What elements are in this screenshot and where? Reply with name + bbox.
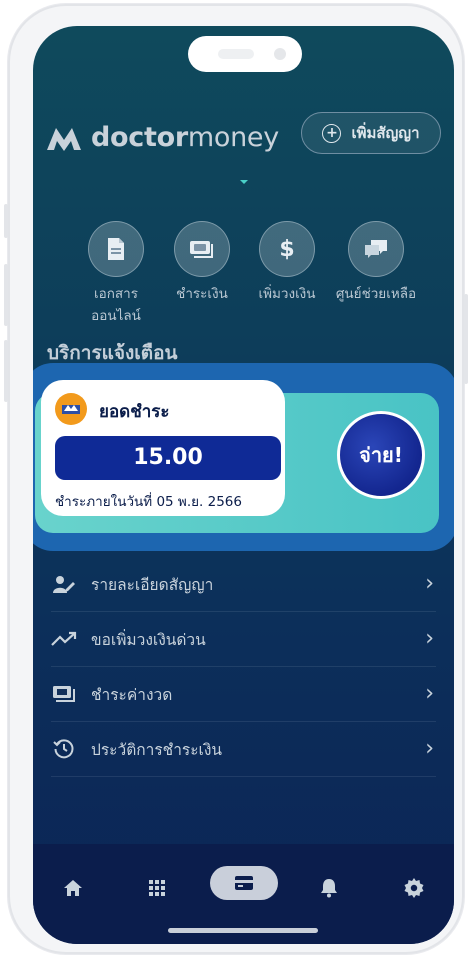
bell-icon	[321, 879, 337, 898]
quick-action-help-center[interactable]: ศูนย์ช่วยเหลือ	[334, 221, 418, 305]
document-icon	[88, 221, 144, 277]
volume-down-button	[4, 340, 8, 402]
dollar-icon: $	[259, 221, 315, 277]
gear-icon	[404, 878, 424, 898]
menu-item-contract-details[interactable]: รายละเอียดสัญญา ›	[51, 557, 436, 612]
tab-wallet[interactable]	[210, 866, 278, 900]
tab-home[interactable]	[53, 872, 93, 904]
tab-settings[interactable]	[394, 872, 434, 904]
home-indicator[interactable]	[168, 928, 318, 933]
power-button	[464, 294, 468, 384]
chevron-right-icon: ›	[425, 681, 434, 706]
menu-item-label: ขอเพิ่มวงเงินด่วน	[91, 630, 206, 649]
phone-frame: doctormoney + เพิ่มสัญญา เอกสาร ออนไลน์ ช…	[4, 4, 468, 954]
cash-icon	[51, 683, 77, 705]
quick-action-label: เพิ่มวงเงิน	[258, 286, 316, 302]
plus-circle-icon: +	[322, 123, 342, 143]
chevron-right-icon: ›	[425, 626, 434, 651]
quick-action-label: ชำระเงิน	[176, 286, 228, 302]
history-icon	[51, 738, 77, 760]
lender-logo-icon	[55, 393, 87, 425]
quick-action-label: ศูนย์ช่วยเหลือ	[335, 286, 417, 302]
trending-up-icon	[51, 628, 77, 650]
quick-action-label: เอกสาร ออนไลน์	[91, 286, 141, 324]
card-icon	[235, 876, 253, 890]
pay-button[interactable]: จ่าย!	[337, 411, 425, 499]
quick-action-increase-limit[interactable]: $ เพิ่มวงเงิน	[247, 221, 327, 305]
add-contract-button[interactable]: + เพิ่มสัญญา	[301, 112, 441, 154]
payment-amount: 15.00	[55, 436, 281, 480]
menu-item-payment-history[interactable]: ประวัติการชำระเงิน ›	[51, 722, 436, 777]
caret-down-icon	[240, 180, 248, 184]
chevron-right-icon: ›	[425, 571, 434, 596]
home-icon	[64, 880, 82, 896]
bottom-tab-bar	[33, 844, 454, 944]
chat-icon	[348, 221, 404, 277]
payment-summary-card: ยอดชำระ 15.00 ชำระภายในวันที่ 05 พ.ย. 25…	[41, 380, 285, 516]
dynamic-island	[188, 36, 302, 72]
payment-due-date: ชำระภายในวันที่ 05 พ.ย. 2566	[55, 494, 242, 510]
volume-up-button	[4, 264, 8, 326]
add-contract-label: เพิ่มสัญญา	[351, 124, 420, 142]
menu-item-pay-installment[interactable]: ชำระค่างวด ›	[51, 667, 436, 722]
menu-item-urgent-limit[interactable]: ขอเพิ่มวงเงินด่วน ›	[51, 612, 436, 667]
quick-action-documents[interactable]: เอกสาร ออนไลน์	[76, 221, 156, 327]
quick-action-payment[interactable]: ชำระเงิน	[162, 221, 242, 305]
payment-due-title: ยอดชำระ	[99, 402, 170, 422]
contract-edit-icon	[51, 573, 77, 595]
app-screen: doctormoney + เพิ่มสัญญา เอกสาร ออนไลน์ ช…	[33, 26, 454, 944]
mute-switch	[4, 204, 8, 238]
menu-item-label: รายละเอียดสัญญา	[91, 575, 214, 594]
menu-item-label: ประวัติการชำระเงิน	[91, 740, 223, 759]
tab-notifications[interactable]	[309, 872, 349, 904]
grid-icon	[149, 880, 165, 896]
payment-due-card: ยอดชำระ 15.00 ชำระภายในวันที่ 05 พ.ย. 25…	[33, 363, 454, 551]
menu-item-label: ชำระค่างวด	[91, 685, 173, 704]
brand-logo: doctormoney	[45, 122, 279, 153]
brand-mark-icon	[47, 127, 81, 151]
chevron-right-icon: ›	[425, 736, 434, 761]
tab-apps[interactable]	[137, 872, 177, 904]
brand-name: doctormoney	[91, 122, 279, 153]
payment-icon	[174, 221, 230, 277]
